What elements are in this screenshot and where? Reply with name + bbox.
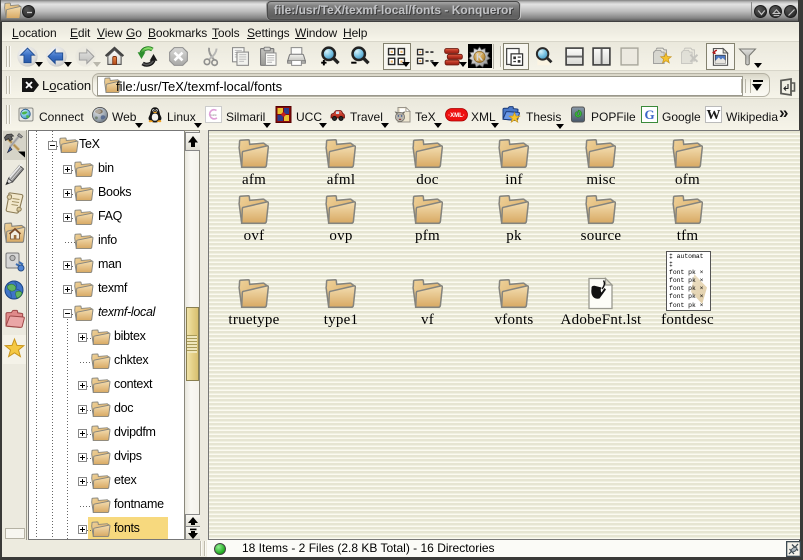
svg-text:K: K (476, 53, 484, 64)
svg-text:·XML·: ·XML· (448, 113, 465, 119)
svg-text:W: W (707, 108, 721, 123)
svg-text:G: G (644, 107, 654, 122)
svg-text:Girik: Girik (210, 113, 217, 117)
